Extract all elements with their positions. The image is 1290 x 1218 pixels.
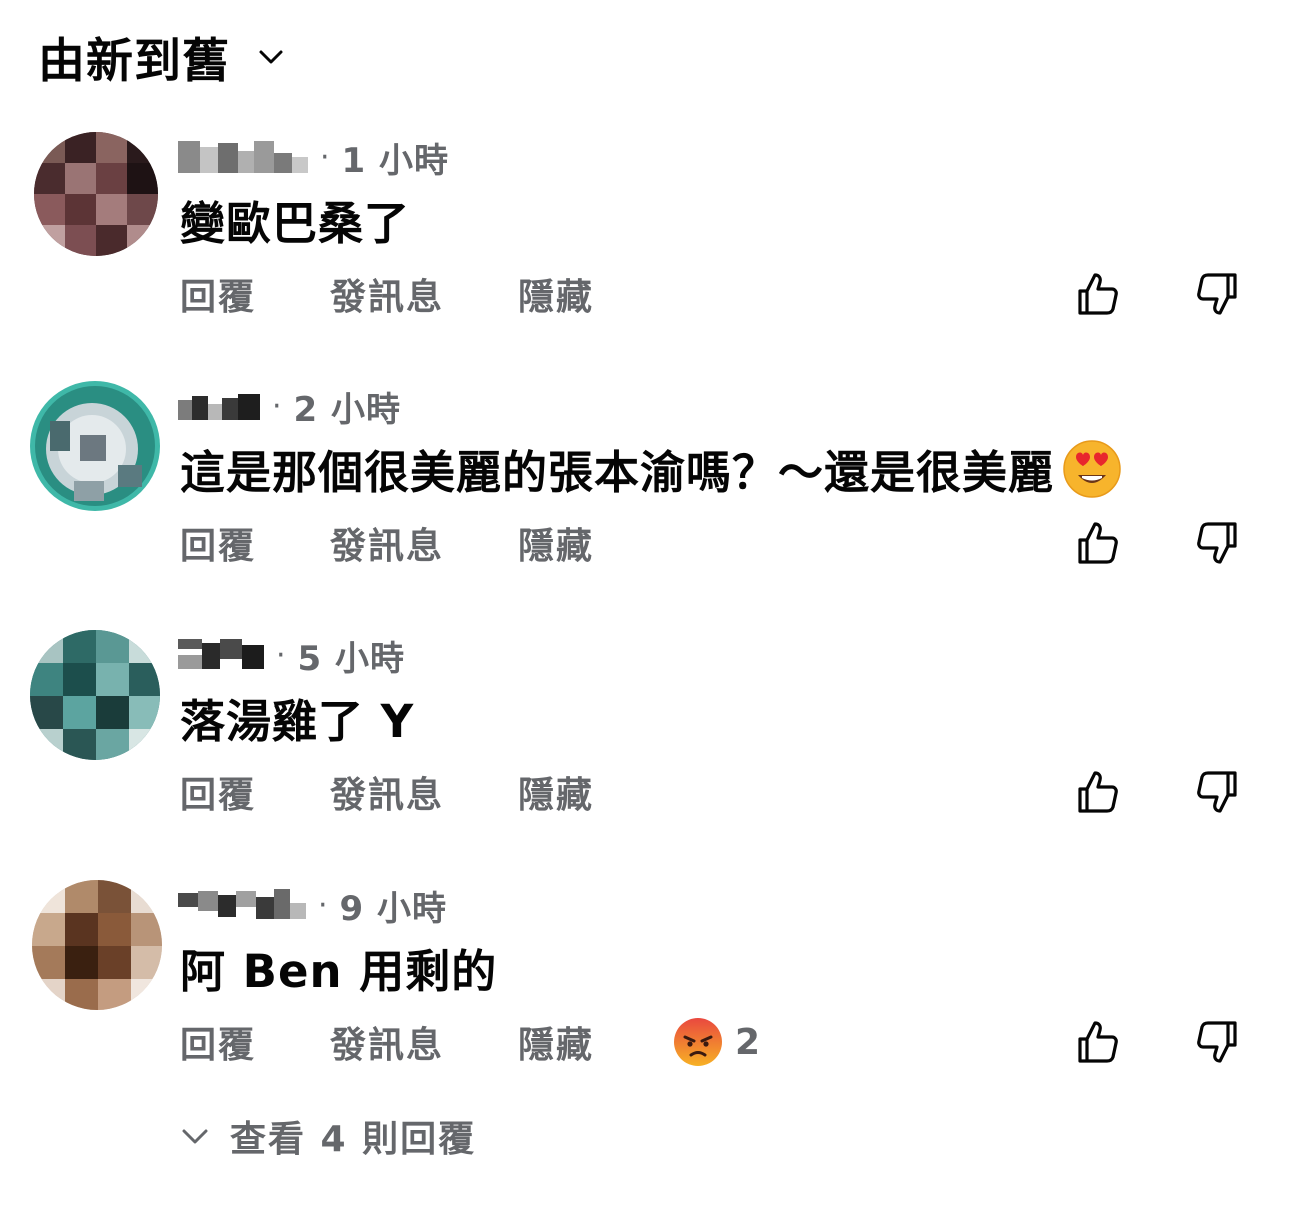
separator-dot: · (320, 139, 330, 175)
reply-button[interactable]: 回覆 (180, 517, 330, 569)
comment-text: 這是那個很美麗的張本渝嗎？～還是很美麗 (180, 436, 1122, 501)
comment-item: · 9 小時 阿 Ben 用剩的 回覆 發訊息 隱藏 2 (0, 880, 1290, 1120)
comment-meta: · 5 小時 (178, 630, 405, 680)
comment-text: 變歐巴桑了 (180, 187, 410, 252)
avatar[interactable] (30, 381, 160, 511)
message-button[interactable]: 發訊息 (330, 1016, 518, 1068)
comment-item: · 5 小時 落湯雞了 Y 回覆 發訊息 隱藏 (0, 630, 1290, 870)
comment-item: · 2 小時 這是那個很美麗的張本渝嗎？～還是很美麗 回覆 發訊息 隱藏 (0, 381, 1290, 621)
comment-time: 2 小時 (293, 389, 402, 430)
comment-actions: 回覆 發訊息 隱藏 2 (180, 1017, 1260, 1067)
separator-dot: · (318, 887, 328, 923)
chevron-down-icon (182, 1129, 208, 1144)
thumbs-up-icon[interactable] (1072, 1017, 1122, 1067)
reaction-count: 2 (735, 1021, 761, 1063)
message-button[interactable]: 發訊息 (330, 517, 518, 569)
comment-actions: 回覆 發訊息 隱藏 (180, 269, 1260, 319)
chevron-down-icon (259, 50, 283, 63)
thumbs-down-icon[interactable] (1193, 269, 1243, 319)
author-name-blurred[interactable] (178, 885, 306, 925)
hide-button[interactable]: 隱藏 (518, 766, 673, 818)
heart-eyes-emoji (1063, 439, 1121, 498)
comment-body: 這是那個很美麗的張本渝嗎？～還是很美麗 (180, 446, 1055, 499)
sort-dropdown[interactable]: 由新到舊 (38, 22, 286, 91)
comment-time: 5 小時 (297, 638, 406, 679)
message-button[interactable]: 發訊息 (330, 268, 518, 320)
thumbs-up-icon[interactable] (1072, 767, 1122, 817)
sort-label: 由新到舊 (38, 34, 230, 89)
avatar[interactable] (30, 630, 160, 760)
separator-dot: · (272, 388, 282, 424)
message-button[interactable]: 發訊息 (330, 766, 518, 818)
thumbs-up-icon[interactable] (1072, 269, 1122, 319)
comment-meta: · 2 小時 (178, 381, 401, 431)
view-replies-label: 查看 4 則回覆 (230, 1119, 477, 1160)
comment-actions: 回覆 發訊息 隱藏 (180, 518, 1260, 568)
hide-button[interactable]: 隱藏 (518, 1016, 673, 1068)
angry-emoji (674, 1018, 722, 1066)
comment-time: 9 小時 (339, 888, 448, 929)
comment-text: 落湯雞了 Y (180, 685, 414, 750)
comment-meta: · 9 小時 (178, 880, 447, 930)
comment-time: 1 小時 (341, 140, 450, 181)
comment-body: 落湯雞了 Y (180, 695, 415, 748)
thumbs-down-icon[interactable] (1193, 1017, 1243, 1067)
author-name-blurred[interactable] (178, 635, 264, 675)
reply-button[interactable]: 回覆 (180, 766, 330, 818)
reply-button[interactable]: 回覆 (180, 1016, 330, 1068)
author-name-blurred[interactable] (178, 386, 260, 426)
thumbs-down-icon[interactable] (1193, 518, 1243, 568)
separator-dot: · (276, 637, 286, 673)
hide-button[interactable]: 隱藏 (518, 268, 673, 320)
reply-button[interactable]: 回覆 (180, 268, 330, 320)
avatar[interactable] (34, 132, 158, 256)
hide-button[interactable]: 隱藏 (518, 517, 673, 569)
comment-meta: · 1 小時 (178, 132, 449, 182)
comment-body: 阿 Ben 用剩的 (180, 945, 498, 998)
view-replies-button[interactable]: 查看 4 則回覆 (180, 1110, 476, 1162)
comment-actions: 回覆 發訊息 隱藏 (180, 767, 1260, 817)
reaction-summary[interactable]: 2 (673, 1017, 760, 1067)
avatar[interactable] (32, 880, 162, 1010)
thumbs-down-icon[interactable] (1193, 767, 1243, 817)
author-name-blurred[interactable] (178, 137, 308, 177)
thumbs-up-icon[interactable] (1072, 518, 1122, 568)
comment-body: 變歐巴桑了 (180, 197, 411, 250)
comment-item: · 1 小時 變歐巴桑了 回覆 發訊息 隱藏 (0, 132, 1290, 372)
comment-text: 阿 Ben 用剩的 (180, 935, 497, 1000)
